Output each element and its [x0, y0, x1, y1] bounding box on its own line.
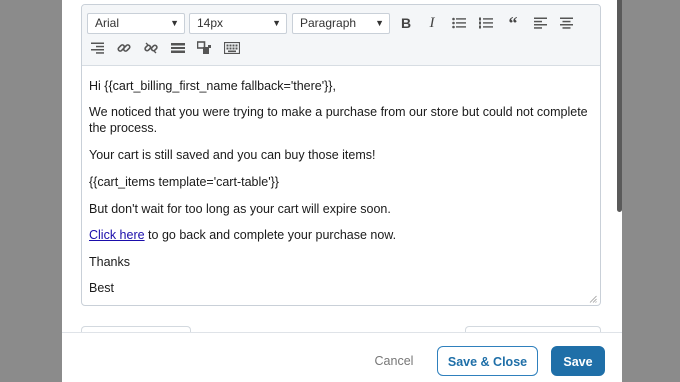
align-right-icon [90, 42, 104, 54]
italic-icon: I [429, 14, 435, 31]
special-character-button[interactable] [196, 39, 214, 57]
body-paragraph-1: We noticed that you were trying to make … [89, 105, 588, 135]
bullet-list-button[interactable] [450, 14, 468, 32]
numbered-list-icon [479, 17, 493, 29]
link-trailing-text: to go back and complete your purchase no… [144, 228, 397, 242]
bold-icon: B [400, 15, 412, 31]
unlink-icon [144, 42, 158, 54]
chevron-down-icon: ▼ [375, 18, 384, 28]
font-size-select[interactable]: 14px ▼ [189, 13, 287, 34]
omega-icon [197, 41, 211, 54]
quote-icon: “ [508, 13, 518, 33]
resize-handle-icon[interactable] [589, 295, 597, 303]
link-icon [117, 44, 131, 52]
insert-link-button[interactable] [115, 39, 133, 57]
align-center-icon [559, 17, 573, 29]
editor-content[interactable]: Hi {{cart_billing_first_name fallback='t… [82, 66, 600, 293]
unlink-button[interactable] [142, 39, 160, 57]
block-format-value: Paragraph [300, 16, 357, 30]
keyboard-button[interactable] [223, 39, 241, 57]
greeting-line: Hi {{cart_billing_first_name fallback='t… [89, 79, 336, 93]
chevron-down-icon: ▼ [170, 18, 179, 28]
align-left-icon [533, 17, 547, 29]
block-format-select[interactable]: Paragraph ▼ [292, 13, 390, 34]
blockquote-button[interactable]: “ [504, 14, 522, 32]
horizontal-rule-button[interactable] [169, 39, 187, 57]
chevron-down-icon: ▼ [272, 18, 281, 28]
body-paragraph-4: Click here to go back and complete your … [89, 227, 588, 243]
keyboard-icon [224, 42, 240, 54]
align-left-button[interactable] [531, 14, 549, 32]
horizontal-rule-icon [171, 43, 185, 53]
editor-toolbar: Arial ▼ 14px ▼ Paragraph ▼ B I “ [82, 5, 600, 66]
bullet-list-icon [452, 17, 466, 29]
bold-button[interactable]: B [397, 14, 415, 32]
body-paragraph-2: Your cart is still saved and you can buy… [89, 148, 376, 162]
save-button[interactable]: Save [551, 346, 605, 376]
signoff-line: Best [89, 281, 115, 293]
rich-text-editor: Arial ▼ 14px ▼ Paragraph ▼ B I “ Hi {{ca… [81, 4, 601, 306]
email-editor-modal: Arial ▼ 14px ▼ Paragraph ▼ B I “ Hi {{ca… [62, 0, 622, 382]
save-and-close-button[interactable]: Save & Close [437, 346, 538, 376]
align-right-button[interactable] [88, 39, 106, 57]
body-paragraph-3: But don't wait for too long as your cart… [89, 202, 391, 216]
align-center-button[interactable] [557, 14, 575, 32]
font-size-value: 14px [197, 16, 224, 30]
modal-footer: Cancel Save & Close Save [62, 332, 622, 382]
font-family-select[interactable]: Arial ▼ [87, 13, 185, 34]
numbered-list-button[interactable] [477, 14, 495, 32]
italic-button[interactable]: I [423, 14, 441, 32]
click-here-link[interactable]: Click here [89, 228, 145, 242]
thanks-line: Thanks [89, 255, 130, 269]
modal-scrollbar[interactable] [617, 0, 622, 212]
font-family-value: Arial [95, 16, 120, 30]
cart-items-merge-tag: {{cart_items template='cart-table'}} [89, 175, 279, 189]
cancel-button[interactable]: Cancel [364, 346, 424, 376]
